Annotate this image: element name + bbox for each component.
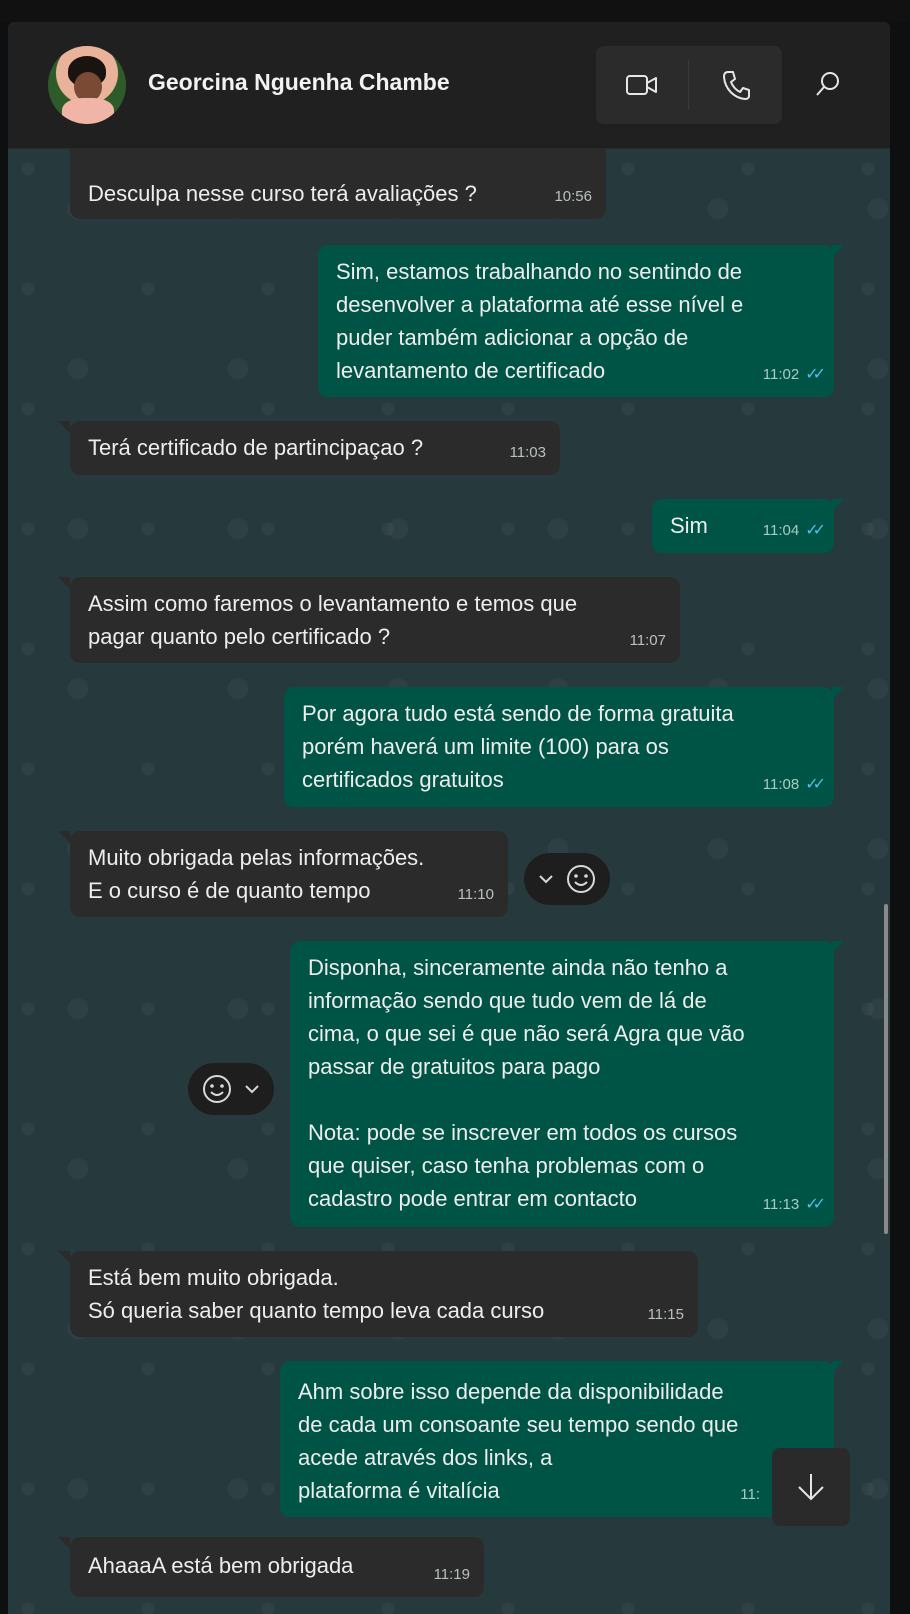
message-meta: 11:03 — [510, 436, 546, 469]
message-list[interactable]: Desculpa nesse curso terá avaliações ? 1… — [8, 149, 890, 1614]
read-ticks-icon: ✓✓ — [805, 522, 826, 539]
message-meta: 11:19 — [434, 1558, 470, 1591]
message-outgoing[interactable]: Ahm sobre isso depende da disponibilidad… — [280, 1361, 834, 1517]
message-incoming[interactable]: Muito obrigada pelas informações. E o cu… — [70, 831, 508, 917]
message-text: Terá certificado de partincipaçao ? — [88, 435, 424, 460]
message-time: 11:03 — [509, 444, 546, 461]
scrollbar-thumb[interactable] — [884, 904, 888, 1234]
message-text: Assim como faremos o levantamento e temo… — [88, 591, 578, 649]
read-ticks-icon: ✓✓ — [805, 366, 826, 383]
message-meta: 11:07 — [630, 624, 666, 657]
message-time: 10:56 — [554, 188, 592, 205]
message-actions[interactable] — [524, 853, 610, 905]
message-meta: 11:02 ✓✓ — [762, 358, 826, 391]
voice-call-button[interactable] — [690, 46, 782, 124]
message-outgoing[interactable]: Sim, estamos trabalhando no sentindo de … — [318, 245, 834, 397]
read-ticks-icon: ✓✓ — [805, 776, 826, 793]
message-meta: 11:08 ✓✓ — [762, 768, 826, 801]
message-time: 11:13 — [762, 1196, 800, 1213]
message-meta: 11: — [740, 1478, 760, 1511]
video-call-button[interactable] — [596, 46, 688, 124]
message-outgoing[interactable]: Disponha, sinceramente ainda não tenho a… — [290, 941, 834, 1227]
arrow-down-icon — [798, 1474, 824, 1501]
message-time: 11:19 — [433, 1566, 470, 1583]
read-ticks-icon: ✓✓ — [805, 1196, 826, 1213]
search-icon — [816, 72, 839, 96]
message-text: Desculpa nesse curso terá avaliações ? — [88, 181, 477, 206]
message-incoming[interactable]: Desculpa nesse curso terá avaliações ? 1… — [70, 149, 606, 219]
chat-window: Georcina Nguenha Chambe Desculpa nesse c… — [8, 22, 890, 1614]
chevron-down-icon[interactable] — [243, 1083, 261, 1095]
message-meta: 11:10 — [458, 878, 494, 911]
message-meta: 11:13 ✓✓ — [762, 1188, 826, 1221]
message-meta: 11:04 ✓✓ — [762, 514, 826, 547]
message-time: 11:15 — [647, 1306, 684, 1323]
message-actions[interactable] — [188, 1063, 274, 1115]
chat-header: Georcina Nguenha Chambe — [8, 22, 890, 149]
message-meta: 11:15 — [648, 1298, 684, 1331]
message-time: 11:08 — [762, 776, 800, 793]
bubble-tail — [58, 421, 70, 433]
message-time: 11:10 — [457, 886, 494, 903]
contact-avatar[interactable] — [48, 46, 126, 124]
message-time: 11:07 — [629, 632, 666, 649]
emoji-icon[interactable] — [565, 863, 597, 895]
message-time: 11:04 — [762, 522, 800, 539]
bubble-tail — [58, 831, 70, 843]
message-text: Está bem muito obrigada. Só queria saber… — [88, 1265, 545, 1323]
message-incoming[interactable]: AhaaaA está bem obrigada 11:19 — [70, 1537, 484, 1597]
message-outgoing[interactable]: Sim 11:04 ✓✓ — [652, 499, 834, 553]
avatar-shoulders — [62, 98, 114, 124]
message-time: 11: — [740, 1486, 760, 1503]
search-button[interactable] — [808, 64, 848, 104]
message-text: Disponha, sinceramente ainda não tenho a… — [308, 955, 745, 1211]
message-text: Sim, estamos trabalhando no sentindo de … — [336, 259, 744, 383]
bubble-tail — [58, 577, 70, 589]
video-call-icon — [626, 75, 657, 95]
contact-name[interactable]: Georcina Nguenha Chambe — [148, 69, 450, 96]
bubble-tail — [58, 1537, 70, 1549]
voice-call-icon — [723, 71, 750, 100]
message-outgoing[interactable]: Por agora tudo está sendo de forma gratu… — [284, 687, 834, 807]
call-divider — [688, 60, 689, 110]
message-text: Por agora tudo está sendo de forma gratu… — [302, 701, 734, 792]
message-text: AhaaaA está bem obrigada — [88, 1553, 354, 1578]
message-incoming[interactable]: Terá certificado de partincipaçao ? 11:0… — [70, 421, 560, 475]
scroll-to-bottom-button[interactable] — [772, 1448, 850, 1526]
message-incoming[interactable]: Está bem muito obrigada. Só queria saber… — [70, 1251, 698, 1337]
chevron-down-icon[interactable] — [537, 873, 555, 885]
message-incoming[interactable]: Assim como faremos o levantamento e temo… — [70, 577, 680, 663]
message-meta: 10:56 — [554, 180, 592, 213]
bubble-tail — [58, 1251, 70, 1263]
call-button-group — [596, 46, 782, 124]
message-text: Ahm sobre isso depende da disponibilidad… — [298, 1379, 739, 1503]
message-time: 11:02 — [762, 366, 800, 383]
message-text: Muito obrigada pelas informações. E o cu… — [88, 845, 425, 903]
emoji-icon[interactable] — [201, 1073, 233, 1105]
title-strip — [0, 0, 910, 22]
